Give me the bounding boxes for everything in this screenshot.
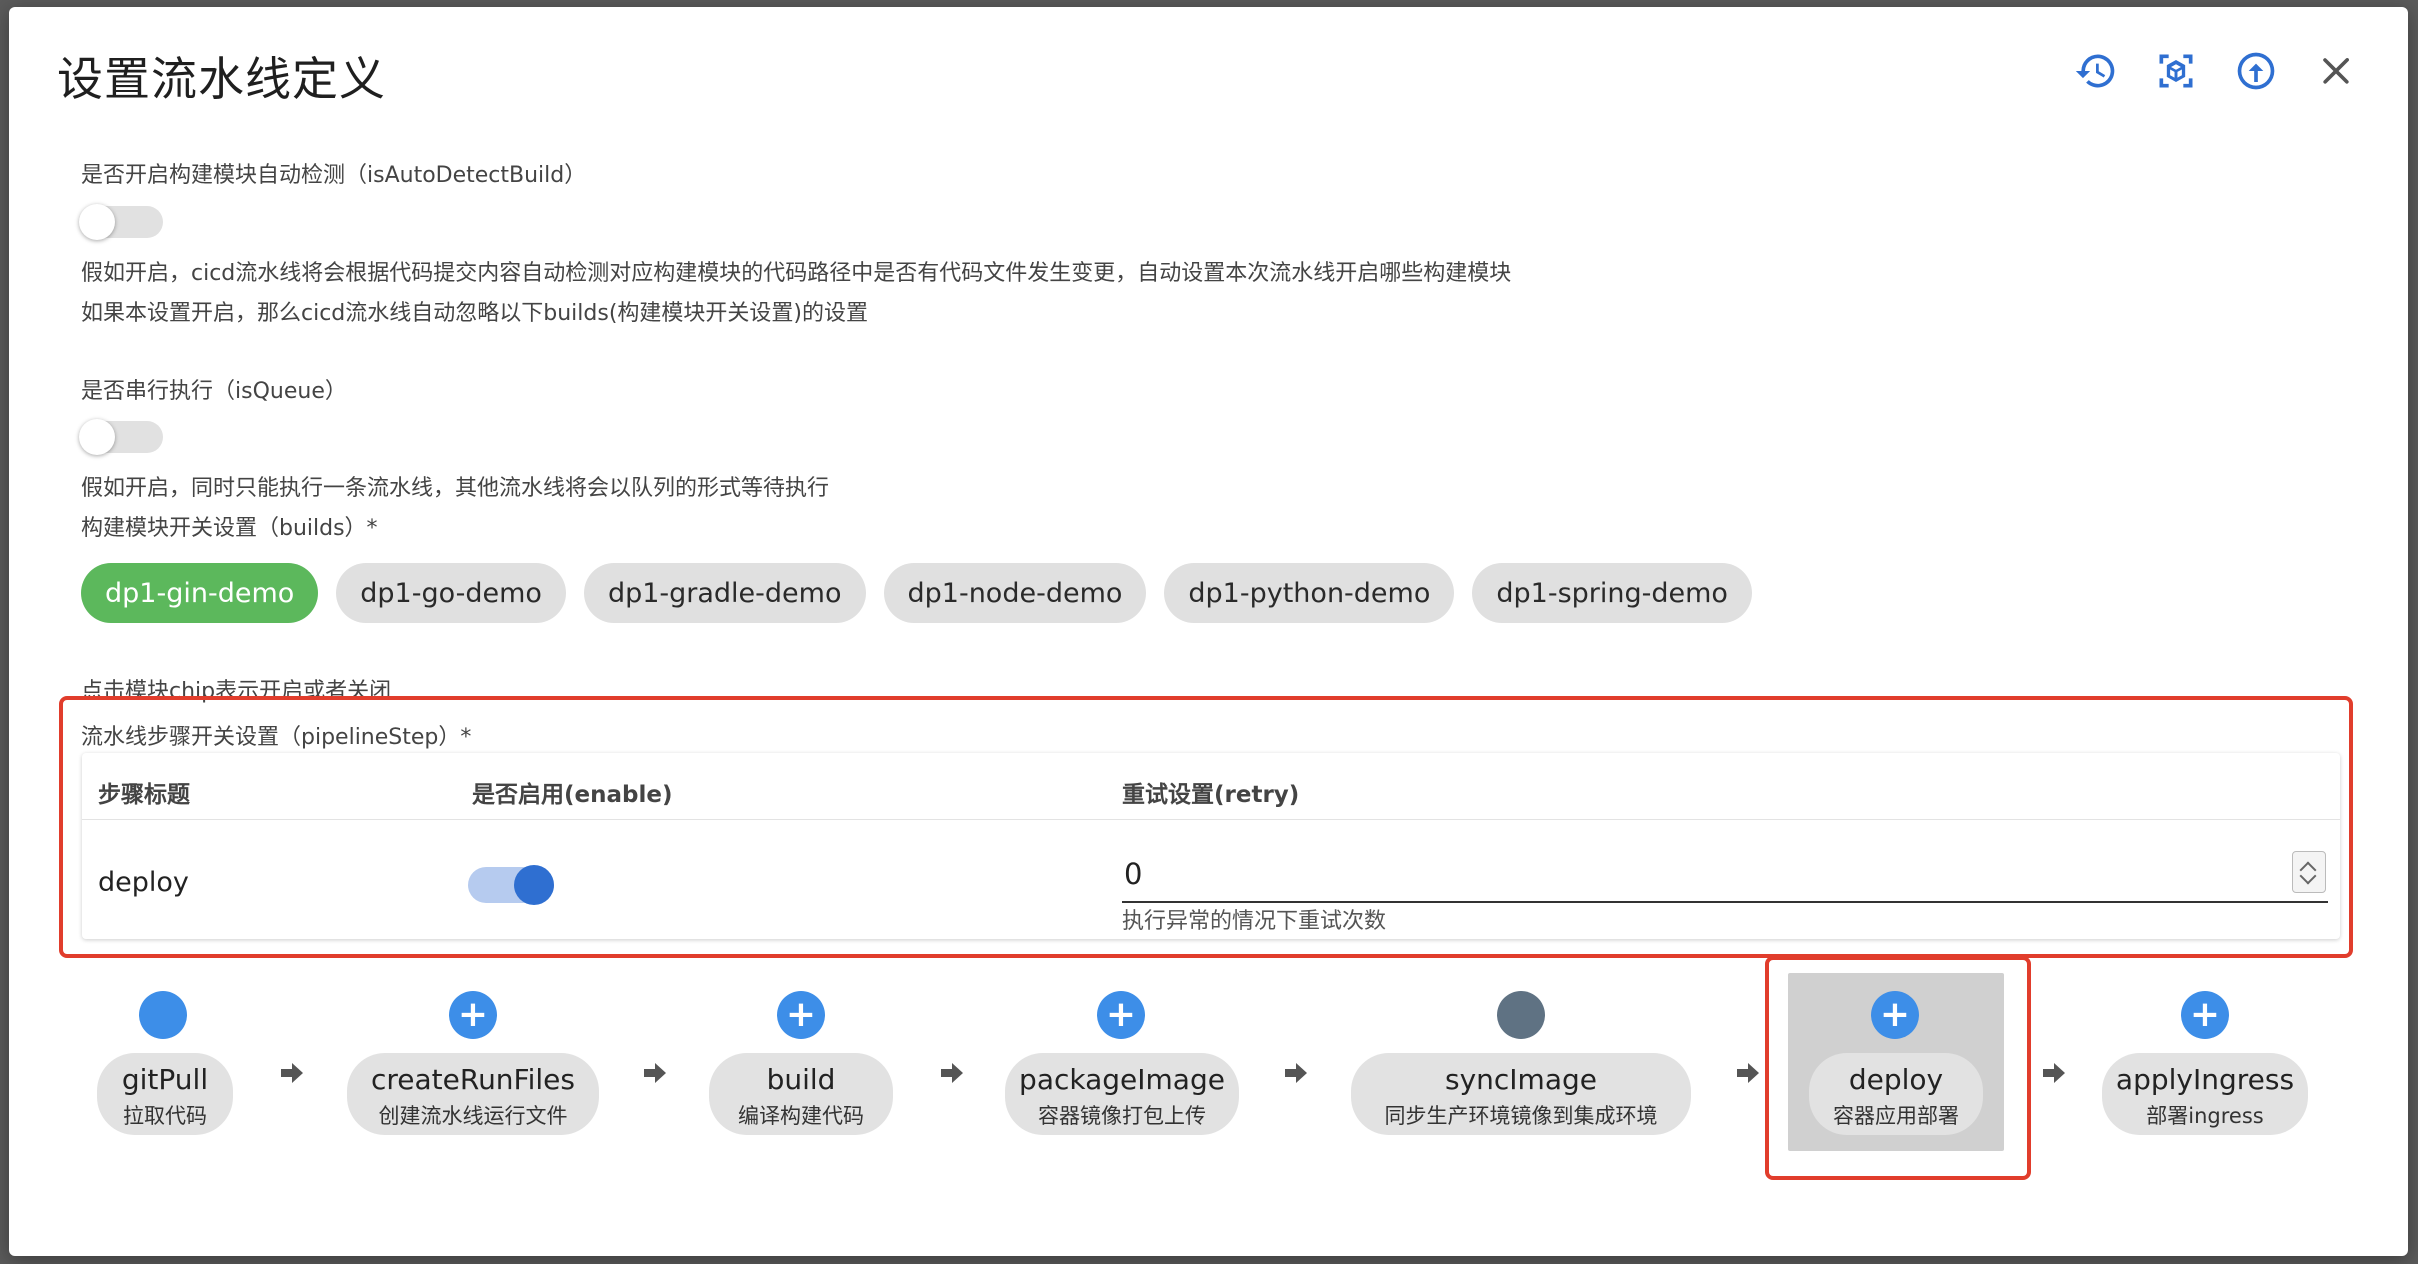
step-name: deploy (1848, 1063, 1944, 1096)
build-chip[interactable]: dp1-gin-demo (81, 563, 319, 623)
step-createrunfiles[interactable]: createRunFiles 创建流水线运行文件 (347, 1053, 599, 1135)
step-desc: 容器应用部署 (1833, 1104, 1959, 1128)
column-header-title: 步骤标题 (98, 782, 190, 808)
dialog-header-actions (2074, 49, 2358, 93)
add-step-icon[interactable]: + (2181, 991, 2229, 1039)
auto-detect-desc: 假如开启，cicd流水线将会根据代码提交内容自动检测对应构建模块的代码路径中是否… (81, 261, 1512, 286)
pipeline-definition-dialog: 设置流水线定义 是否开启构建模块自动检测（isAutoDetectBuild） … (9, 7, 2408, 1256)
step-name: syncImage (1445, 1063, 1597, 1096)
step-syncimage[interactable]: syncImage 同步生产环境镜像到集成环境 (1351, 1053, 1691, 1135)
step-title-cell: deploy (98, 867, 189, 898)
column-header-retry: 重试设置(retry) (1122, 782, 1300, 808)
upload-icon[interactable] (2234, 49, 2278, 93)
auto-detect-label: 是否开启构建模块自动检测（isAutoDetectBuild） (81, 163, 587, 188)
history-icon[interactable] (2074, 49, 2118, 93)
build-chip[interactable]: dp1-gradle-demo (583, 563, 866, 623)
step-build[interactable]: build 编译构建代码 (709, 1053, 893, 1135)
switch-thumb (514, 865, 554, 905)
queue-label: 是否串行执行（isQueue） (81, 379, 347, 404)
step-name: packageImage (1019, 1063, 1225, 1096)
queue-switch[interactable] (75, 415, 171, 459)
step-desc: 容器镜像打包上传 (1038, 1104, 1206, 1128)
builds-label: 构建模块开关设置（builds）* (81, 516, 378, 541)
add-step-icon[interactable]: + (449, 991, 497, 1039)
cube-scan-icon[interactable] (2154, 49, 2198, 93)
step-deploy[interactable]: deploy 容器应用部署 (1809, 1053, 1983, 1135)
switch-thumb (79, 204, 115, 240)
table-divider (82, 819, 2340, 820)
retry-value: 0 (1124, 857, 1143, 891)
pipeline-step-table: 步骤标题 是否启用(enable) 重试设置(retry) deploy 0 执… (82, 753, 2340, 939)
column-header-enable: 是否启用(enable) (472, 782, 673, 808)
build-chip[interactable]: dp1-go-demo (336, 563, 566, 623)
step-applyingress[interactable]: applyIngress 部署ingress (2102, 1053, 2308, 1135)
step-desc: 创建流水线运行文件 (378, 1104, 568, 1128)
step-status-dot (139, 991, 187, 1039)
step-gitpull[interactable]: gitPull 拉取代码 (97, 1053, 233, 1135)
add-step-icon[interactable]: + (1097, 991, 1145, 1039)
build-chip[interactable]: dp1-node-demo (883, 563, 1147, 623)
add-step-icon[interactable]: + (777, 991, 825, 1039)
auto-detect-note: 如果本设置开启，那么cicd流水线自动忽略以下builds(构建模块开关设置)的… (81, 301, 868, 326)
retry-helper-text: 执行异常的情况下重试次数 (1122, 909, 1387, 934)
retry-input[interactable]: 0 (1122, 851, 2328, 903)
step-desc: 编译构建代码 (738, 1104, 864, 1128)
add-step-icon[interactable]: + (1871, 991, 1919, 1039)
switch-thumb (79, 419, 115, 455)
step-desc: 部署ingress (2146, 1104, 2264, 1128)
build-chip[interactable]: dp1-spring-demo (1472, 563, 1752, 623)
step-name: applyIngress (2115, 1063, 2295, 1096)
step-name: build (766, 1063, 836, 1096)
step-desc: 同步生产环境镜像到集成环境 (1384, 1104, 1658, 1128)
step-enable-switch[interactable] (468, 861, 558, 907)
auto-detect-switch[interactable] (75, 200, 171, 244)
step-packageimage[interactable]: packageImage 容器镜像打包上传 (1005, 1053, 1239, 1135)
dialog-title: 设置流水线定义 (57, 52, 386, 106)
build-chip[interactable]: dp1-python-demo (1164, 563, 1455, 623)
step-status-dot (1497, 991, 1545, 1039)
close-icon[interactable] (2314, 49, 2358, 93)
build-chip-group: dp1-gin-demo dp1-go-demo dp1-gradle-demo… (81, 563, 1752, 623)
step-desc: 拉取代码 (123, 1104, 207, 1128)
step-name: createRunFiles (370, 1063, 575, 1096)
number-stepper[interactable] (2292, 851, 2326, 893)
step-name: gitPull (121, 1063, 209, 1096)
queue-desc: 假如开启，同时只能执行一条流水线，其他流水线将会以队列的形式等待执行 (81, 476, 830, 501)
pipeline-step-label: 流水线步骤开关设置（pipelineStep）* (81, 725, 472, 750)
